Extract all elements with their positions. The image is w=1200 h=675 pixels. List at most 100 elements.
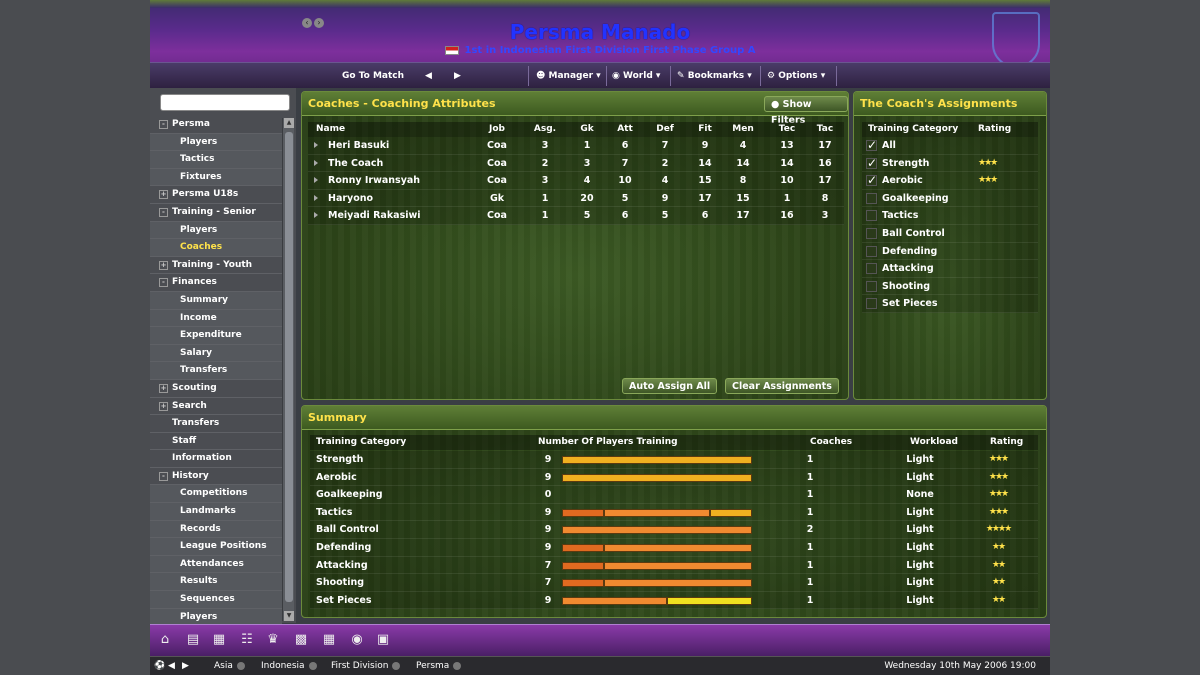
col-header[interactable]: Number Of Players Training [538, 435, 678, 450]
scroll-thumb[interactable] [285, 132, 293, 602]
sidebar-item[interactable]: Transfers [150, 362, 282, 380]
status-back-icon[interactable]: ◀ [168, 657, 175, 675]
table-row[interactable]: Heri Basuki Coa 3 1 6 7 9 4 13 17 [308, 137, 844, 155]
document-icon[interactable]: ▩ [292, 631, 310, 649]
clear-assignments-button[interactable]: Clear Assignments [725, 378, 839, 394]
scouting-icon[interactable]: ◉ [348, 631, 366, 649]
assignment-checkbox[interactable] [866, 155, 877, 172]
forward-arrow-icon[interactable]: ▶ [454, 63, 461, 89]
collapse-icon[interactable]: - [159, 207, 168, 217]
scroll-up-icon[interactable]: ▲ [284, 118, 294, 128]
table-row[interactable]: Ronny Irwansyah Coa 3 4 10 4 15 8 10 17 [308, 172, 844, 190]
sidebar-item[interactable]: Income [150, 309, 282, 328]
collapse-icon[interactable]: - [159, 278, 168, 288]
sidebar-item[interactable]: Players [150, 221, 282, 240]
sidebar-item[interactable]: + Persma U18s [150, 186, 282, 204]
assignment-row[interactable]: Goalkeeping [862, 189, 1038, 208]
club-name[interactable]: Persma Manado [150, 20, 1050, 44]
col-header[interactable]: Att [608, 122, 642, 137]
world-menu[interactable]: ◉ World ▾ [612, 63, 660, 89]
expand-icon[interactable]: + [159, 190, 168, 200]
assignment-row[interactable]: Ball Control [862, 225, 1038, 243]
col-header[interactable]: Asg. [528, 122, 562, 137]
col-header[interactable]: Job [480, 122, 514, 137]
breadcrumb-first-division[interactable]: First Division [331, 657, 401, 675]
assignment-checkbox[interactable] [866, 228, 877, 239]
go-to-match-button[interactable]: Go To Match [342, 63, 404, 89]
assignment-checkbox[interactable] [866, 280, 877, 292]
show-filters-button[interactable]: ● Show Filters [764, 96, 848, 126]
expand-icon[interactable]: + [159, 260, 168, 270]
expand-arrow-icon[interactable] [314, 194, 318, 201]
sidebar-item[interactable]: Landmarks [150, 503, 282, 521]
trophy-icon[interactable]: ♛ [264, 631, 282, 649]
assignment-checkbox[interactable] [866, 172, 877, 190]
table-row[interactable]: Haryono Gk 1 20 5 9 17 15 1 8 [308, 189, 844, 208]
table-row[interactable]: Set Pieces 9 1 Light ★★ [310, 591, 1038, 610]
assignment-checkbox[interactable] [866, 137, 877, 155]
table-row[interactable]: Attacking 7 1 Light ★★ [310, 556, 1038, 575]
pitch-icon[interactable]: ▦ [320, 631, 338, 649]
expand-icon[interactable]: + [159, 383, 168, 393]
assignment-checkbox[interactable] [866, 192, 877, 204]
col-header[interactable]: Name [316, 122, 345, 137]
sidebar-item[interactable]: Fixtures [150, 168, 282, 187]
table-row[interactable]: Goalkeeping 0 1 None ★★★ [310, 486, 1038, 504]
col-header[interactable]: Tec [770, 122, 804, 137]
sidebar-item[interactable]: Expenditure [150, 327, 282, 345]
squad-icon[interactable]: ▦ [210, 631, 228, 649]
collapse-icon[interactable]: - [159, 120, 168, 129]
auto-assign-button[interactable]: Auto Assign All [622, 378, 718, 394]
status-forward-icon[interactable]: ▶ [182, 657, 189, 675]
breadcrumb-indonesia[interactable]: Indonesia [261, 657, 317, 675]
expand-icon[interactable]: + [159, 401, 168, 411]
table-row[interactable]: The Coach Coa 2 3 7 2 14 14 14 16 [308, 154, 844, 173]
table-row[interactable]: Shooting 7 1 Light ★★ [310, 574, 1038, 592]
breadcrumb-persma[interactable]: Persma [416, 657, 462, 675]
col-header[interactable]: Training Category [316, 435, 406, 450]
table-row[interactable]: Defending 9 1 Light ★★ [310, 539, 1038, 557]
sidebar-item[interactable]: Transfers [150, 415, 282, 433]
sidebar-item[interactable]: Players [150, 133, 282, 152]
sidebar-item[interactable]: - History [150, 468, 282, 486]
table-row[interactable]: Meiyadi Rakasiwi Coa 1 5 6 5 6 17 16 3 [308, 207, 844, 225]
sidebar-item[interactable]: Attendances [150, 555, 282, 574]
table-row[interactable]: Aerobic 9 1 Light ★★★ [310, 468, 1038, 487]
tactics-icon[interactable]: ☷ [238, 631, 256, 649]
back-arrow-icon[interactable]: ◀ [425, 63, 432, 89]
assignment-checkbox[interactable] [866, 298, 877, 310]
collapse-icon[interactable]: - [159, 471, 168, 481]
sidebar-item[interactable]: - Persma [150, 116, 282, 134]
col-header[interactable]: Coaches [810, 435, 852, 450]
sidebar-item[interactable]: Tactics [150, 151, 282, 169]
options-menu[interactable]: ⚙ Options ▾ [767, 63, 825, 89]
col-header[interactable]: Rating [990, 435, 1023, 450]
expand-arrow-icon[interactable] [314, 212, 318, 219]
assignment-row[interactable]: All [862, 137, 1038, 155]
col-header[interactable]: Fit [688, 122, 722, 137]
col-header[interactable]: Workload [910, 435, 958, 450]
sidebar-item[interactable]: Staff [150, 433, 282, 451]
sidebar-item[interactable]: Information [150, 450, 282, 468]
breadcrumb-asia[interactable]: Asia [214, 657, 245, 675]
assignment-row[interactable]: Defending [862, 242, 1038, 261]
assignment-row[interactable]: Set Pieces [862, 295, 1038, 313]
table-row[interactable]: Tactics 9 1 Light ★★★ [310, 503, 1038, 522]
sidebar-item[interactable]: Results [150, 573, 282, 592]
sidebar-item[interactable]: Coaches [150, 239, 282, 257]
assignment-row[interactable]: Attacking [862, 260, 1038, 278]
inbox-icon[interactable]: ▤ [184, 631, 202, 649]
col-header[interactable]: Tac [808, 122, 842, 137]
sidebar-item[interactable]: Records [150, 520, 282, 539]
expand-arrow-icon[interactable] [314, 142, 318, 148]
col-header[interactable]: Men [726, 122, 760, 137]
bookmarks-menu[interactable]: ✎ Bookmarks ▾ [677, 63, 752, 89]
assignment-row[interactable]: Tactics [862, 207, 1038, 225]
sidebar-item[interactable]: Salary [150, 344, 282, 363]
sidebar-item[interactable]: + Training - Youth [150, 257, 282, 275]
sidebar-item[interactable]: Sequences [150, 591, 282, 609]
col-header[interactable]: Gk [570, 122, 604, 137]
sidebar-item[interactable]: - Finances [150, 274, 282, 292]
col-header[interactable]: Def [648, 122, 682, 137]
sidebar-item[interactable]: - Training - Senior [150, 204, 282, 222]
